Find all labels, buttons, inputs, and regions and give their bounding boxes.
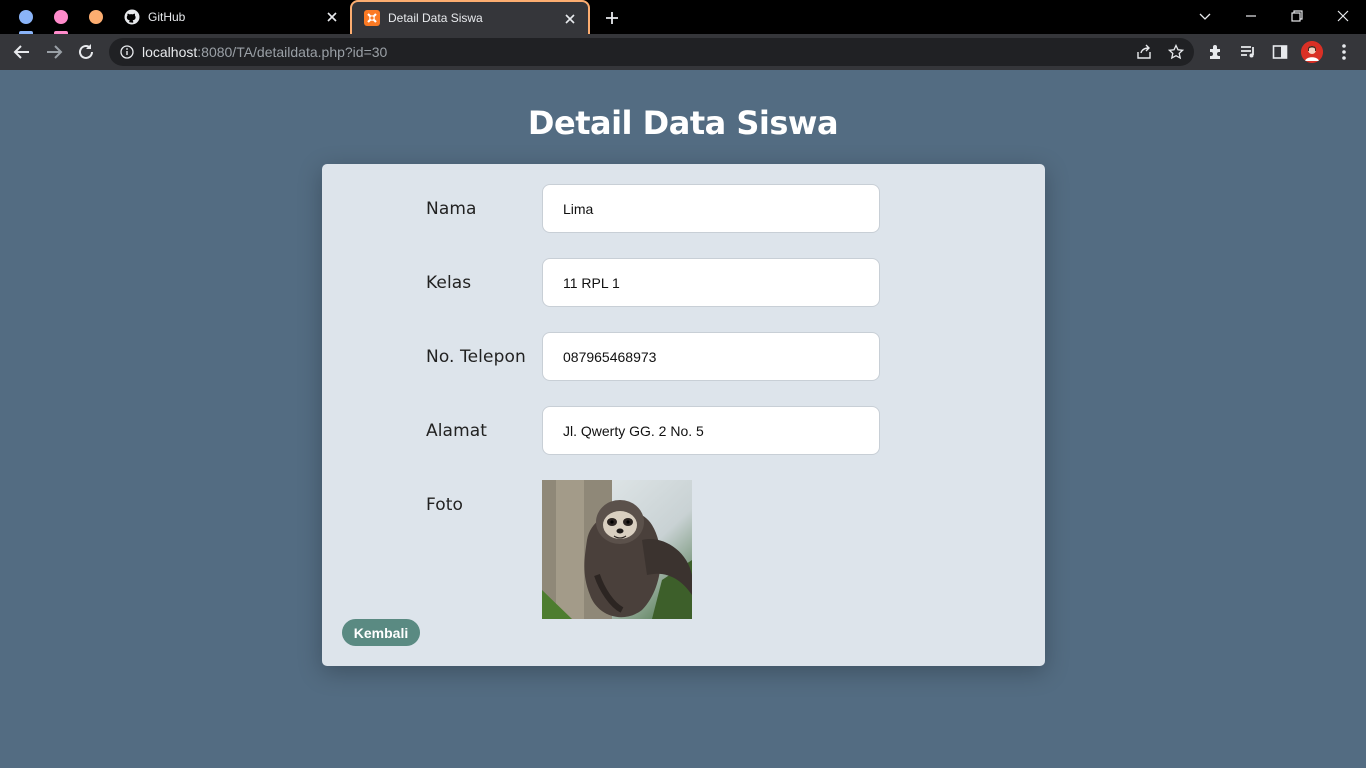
tab-strip: GitHub Detail Data Siswa xyxy=(0,0,1366,34)
extensions-icon[interactable] xyxy=(1206,42,1226,62)
student-photo xyxy=(542,480,692,619)
tab-group-pink[interactable] xyxy=(54,10,68,24)
restore-button[interactable] xyxy=(1274,0,1320,32)
field-label-telepon: No. Telepon xyxy=(426,347,526,367)
alamat-field[interactable] xyxy=(542,406,880,455)
kelas-field[interactable] xyxy=(542,258,880,307)
browser-toolbar: localhost:8080/TA/detaildata.php?id=30 xyxy=(0,34,1366,70)
tab-github[interactable]: GitHub xyxy=(114,0,350,34)
more-menu-icon[interactable] xyxy=(1334,42,1354,62)
arrow-left-icon xyxy=(13,45,29,59)
github-icon xyxy=(124,9,140,25)
profile-avatar[interactable] xyxy=(1301,41,1323,63)
chevron-down-icon xyxy=(1199,13,1211,20)
media-control-icon[interactable] xyxy=(1238,42,1258,62)
page-title: Detail Data Siswa xyxy=(527,104,839,142)
field-label-kelas: Kelas xyxy=(426,273,472,293)
plus-icon xyxy=(606,12,618,24)
reload-button[interactable] xyxy=(74,40,98,64)
field-label-alamat: Alamat xyxy=(426,421,488,441)
minimize-icon xyxy=(1246,15,1256,17)
tab-group-blue[interactable] xyxy=(19,10,33,24)
close-icon[interactable] xyxy=(324,9,340,25)
kembali-button[interactable]: Kembali xyxy=(342,619,420,646)
field-label-foto: Foto xyxy=(426,495,464,515)
nama-field[interactable] xyxy=(542,184,880,233)
reload-icon xyxy=(79,44,93,59)
url-host: localhost xyxy=(142,44,198,60)
tab-title: Detail Data Siswa xyxy=(388,11,483,25)
side-panel-icon[interactable] xyxy=(1270,42,1290,62)
close-icon xyxy=(1337,10,1349,22)
info-icon[interactable] xyxy=(120,45,134,59)
new-tab-button[interactable] xyxy=(601,7,623,29)
minimize-button[interactable] xyxy=(1228,0,1274,32)
forward-nav-button[interactable] xyxy=(42,40,66,64)
xampp-icon xyxy=(364,10,380,26)
tab-title: GitHub xyxy=(148,10,186,24)
tab-detail-data-siswa[interactable]: Detail Data Siswa xyxy=(350,0,590,34)
close-icon[interactable] xyxy=(562,11,578,27)
back-nav-button[interactable] xyxy=(10,40,34,64)
share-icon[interactable] xyxy=(1136,44,1152,60)
arrow-right-icon xyxy=(47,45,63,59)
restore-icon xyxy=(1291,10,1303,22)
detail-card: Nama Kelas No. Telepon Alamat Foto xyxy=(322,164,1045,666)
tab-search-button[interactable] xyxy=(1182,0,1228,32)
url-text[interactable]: localhost:8080/TA/detaildata.php?id=30 xyxy=(142,44,387,60)
telepon-field[interactable] xyxy=(542,332,880,381)
window-close-button[interactable] xyxy=(1320,0,1366,32)
url-path: :8080/TA/detaildata.php?id=30 xyxy=(197,44,388,60)
bookmark-star-icon[interactable] xyxy=(1168,44,1184,60)
field-label-nama: Nama xyxy=(426,199,477,219)
tab-group-orange[interactable] xyxy=(89,10,103,24)
address-bar[interactable]: localhost:8080/TA/detaildata.php?id=30 xyxy=(109,38,1194,66)
